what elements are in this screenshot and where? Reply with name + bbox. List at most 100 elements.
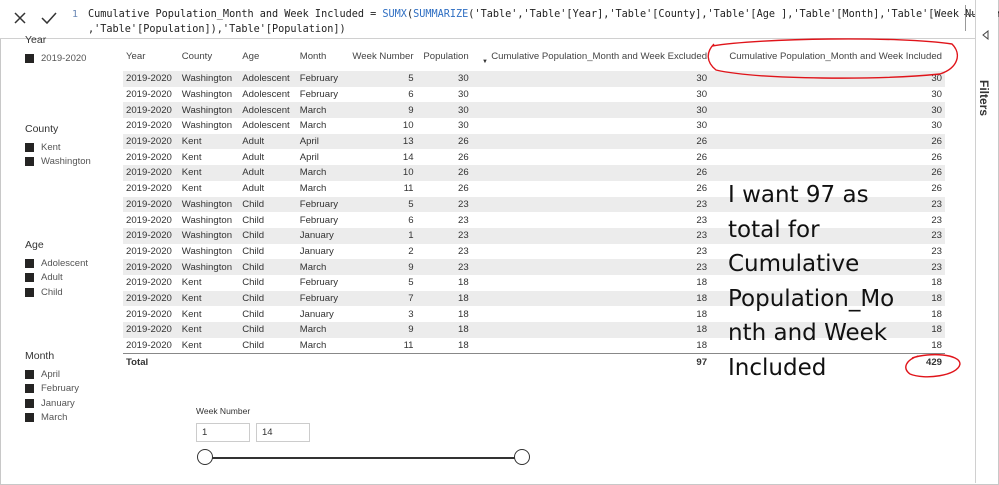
table-cell: 2019-2020 <box>123 165 179 181</box>
table-cell: 18 <box>458 277 469 289</box>
table-cell: 30 <box>416 71 472 87</box>
filters-label[interactable]: Filters <box>977 80 991 116</box>
checkbox[interactable] <box>25 273 34 283</box>
slider-max-handle[interactable] <box>514 449 530 465</box>
checkbox[interactable] <box>25 258 34 268</box>
slicer-title: Age <box>25 239 44 251</box>
table-cell: Kent <box>181 183 202 195</box>
table-cell: 3 <box>408 308 414 320</box>
table-cell: 11 <box>403 340 414 352</box>
note-line: Included <box>728 354 827 381</box>
formula-bar: 1 Cumulative Population_Month and Week I… <box>0 0 999 39</box>
table-cell: 2019-2020 <box>126 89 172 101</box>
checkbox[interactable] <box>25 157 34 167</box>
column-header[interactable]: County <box>179 42 240 71</box>
table-cell: 18 <box>696 308 708 320</box>
table-cell: March <box>299 340 327 352</box>
slicer-item[interactable]: 2019-2020 <box>25 51 86 66</box>
table-cell: Washington <box>178 102 240 119</box>
slicer-item[interactable]: Washington <box>25 155 91 170</box>
total-cell <box>296 353 345 371</box>
table-cell: Washington <box>178 71 240 87</box>
column-header[interactable]: Week Number <box>344 42 416 71</box>
slider-track[interactable] <box>204 457 524 459</box>
table-cell: 26 <box>710 133 945 150</box>
handwritten-note: I want 97 as total for Cumulative Popula… <box>728 178 918 385</box>
table-cell: 9 <box>344 102 417 119</box>
formula-line-2[interactable]: ,'Table'[Population]),'Table'[Population… <box>88 24 346 35</box>
check-icon[interactable] <box>38 8 60 28</box>
formula-line-1[interactable]: Cumulative Population_Month and Week Inc… <box>88 9 999 20</box>
slider-min-handle[interactable] <box>197 449 213 465</box>
slicer-item[interactable]: March <box>25 411 79 426</box>
table-cell: 18 <box>416 322 472 338</box>
table-cell: Kent <box>178 165 240 181</box>
chevron-icon[interactable] <box>981 29 991 43</box>
filters-pane[interactable]: Filters <box>975 0 998 483</box>
table-cell: Child <box>242 277 265 289</box>
table-row[interactable]: 2019-2020 Kent Adult April 13 26 26 26 <box>123 133 945 150</box>
slicer-item[interactable]: Kent <box>25 140 91 155</box>
checkbox[interactable] <box>25 287 34 297</box>
table-row[interactable]: 2019-2020 Washington Adolescent February 6 30… <box>123 87 945 103</box>
table-cell: 5 <box>344 196 417 213</box>
age-slicer: Age Adolescent Adult Child <box>25 239 88 300</box>
slicer-item[interactable]: April <box>25 367 79 382</box>
slicer-item[interactable]: Adolescent <box>25 256 88 271</box>
table-cell: 2019-2020 <box>123 322 179 338</box>
checkbox[interactable] <box>25 142 34 152</box>
checkbox[interactable] <box>25 53 34 63</box>
table-cell: 23 <box>458 214 469 226</box>
column-header[interactable]: Age <box>239 42 296 71</box>
table-cell: 9 <box>344 322 417 338</box>
month-slicer: Month April February January March <box>25 350 79 425</box>
slicer-item[interactable]: Child <box>25 285 88 300</box>
table-cell: Adult <box>239 133 297 150</box>
table-cell: Washington <box>178 259 240 275</box>
table-cell: March <box>296 322 345 338</box>
slicer-item[interactable]: February <box>25 382 79 397</box>
table-cell: Kent <box>181 277 202 289</box>
checkbox[interactable] <box>25 398 34 408</box>
table-cell: 2019-2020 <box>123 196 179 213</box>
table-cell: Kent <box>178 290 240 307</box>
table-cell: Adolescent <box>242 89 290 101</box>
table-cell: Adult <box>242 183 265 195</box>
column-header[interactable]: Cumulative Population_Month and Week Inc… <box>710 42 945 71</box>
table-row[interactable]: 2019-2020 Kent Adult April 14 26 26 26 <box>123 149 945 165</box>
table-cell: Washington <box>181 214 233 226</box>
slicer-item[interactable]: January <box>25 396 79 411</box>
table-row[interactable]: 2019-2020 Washington Adolescent March 9 30 30 3… <box>123 102 945 119</box>
column-header[interactable]: Population <box>417 42 472 71</box>
formula-divider <box>965 5 966 31</box>
note-line: Population_Mo <box>728 285 895 312</box>
close-icon[interactable] <box>9 8 31 28</box>
table-cell: 7 <box>344 290 417 307</box>
table-cell: Washington <box>181 120 233 132</box>
week-min-input[interactable]: 1 <box>196 423 250 442</box>
checkbox[interactable] <box>25 369 34 379</box>
column-header[interactable]: Cumulative Population_Month and Week Exc… <box>472 42 710 71</box>
table-cell: Washington <box>181 245 233 257</box>
table-row[interactable]: 2019-2020 Washington Adolescent February 5 30… <box>123 71 945 87</box>
week-number-slicer: Week Number 1 14 <box>196 406 536 476</box>
sort-descending-icon[interactable]: ▼ <box>482 59 488 65</box>
table-cell: 30 <box>416 102 472 119</box>
table-cell: March <box>296 165 345 181</box>
table-cell: Kent <box>178 322 240 338</box>
column-header[interactable]: Year <box>123 42 179 71</box>
table-cell: February <box>299 89 339 101</box>
table-cell: 13 <box>344 133 417 150</box>
table-cell: 2019-2020 <box>126 340 172 352</box>
checkbox[interactable] <box>25 384 34 394</box>
table-cell: Adolescent <box>242 120 290 132</box>
slicer-item[interactable]: Adult <box>25 271 88 286</box>
table-cell: 30 <box>710 71 945 87</box>
column-header[interactable]: Month <box>297 42 345 71</box>
table-cell: 30 <box>458 89 469 101</box>
table-row[interactable]: 2019-2020 Washington Adolescent March 10 30 30… <box>123 118 945 134</box>
line-number: 1 <box>72 9 79 20</box>
week-max-input[interactable]: 14 <box>256 423 310 442</box>
table-cell: 2 <box>408 245 414 257</box>
checkbox[interactable] <box>25 413 34 423</box>
